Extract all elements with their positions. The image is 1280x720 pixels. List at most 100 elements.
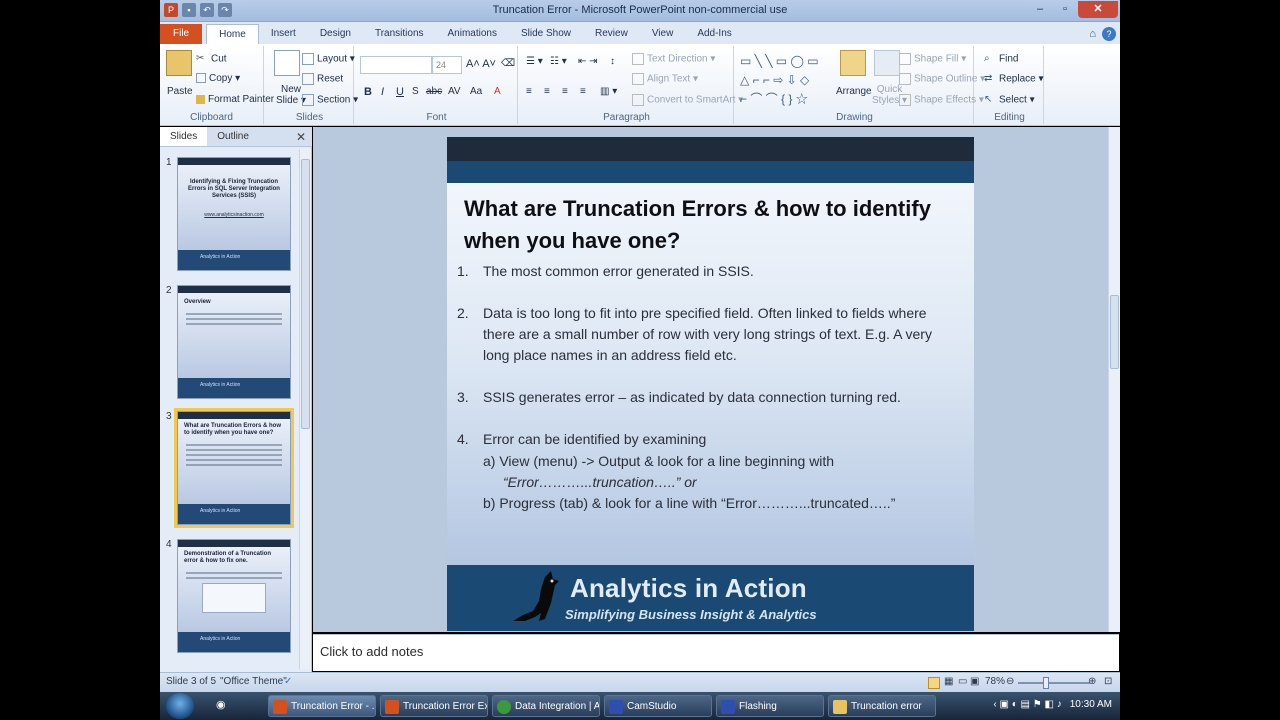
line-spacing-icon[interactable]: ↕: [610, 56, 615, 67]
tab-animations[interactable]: Animations: [436, 24, 509, 44]
font-size-field[interactable]: 24: [432, 56, 462, 74]
shape-effects-button[interactable]: Shape Effects ▾: [899, 94, 984, 106]
tab-transitions[interactable]: Transitions: [363, 24, 436, 44]
panel-close-icon[interactable]: ✕: [296, 127, 312, 146]
zoom-slider[interactable]: [1018, 682, 1090, 684]
panel-scroll-thumb[interactable]: [301, 159, 310, 429]
align-left-icon[interactable]: ≡: [526, 86, 532, 97]
replace-button[interactable]: ⇄ Replace ▾: [984, 73, 1044, 85]
shape-fill-button[interactable]: Shape Fill ▾: [899, 53, 966, 65]
align-text-button[interactable]: Align Text ▾: [632, 73, 698, 85]
brand-name: Analytics in Action: [570, 573, 807, 603]
close-button[interactable]: ✕: [1078, 1, 1118, 18]
ribbon-collapse-icon[interactable]: ⌂: [1089, 28, 1096, 40]
paste-icon[interactable]: [166, 50, 192, 76]
copy-button[interactable]: Copy ▾: [196, 73, 240, 84]
thumb-title: Demonstration of a Truncation error & ho…: [184, 551, 272, 564]
arrange-icon[interactable]: [840, 50, 866, 76]
tab-insert[interactable]: Insert: [259, 24, 308, 44]
cut-button[interactable]: ✂ Cut: [196, 53, 227, 65]
tab-home[interactable]: Home: [206, 24, 259, 44]
slide-sorter-icon[interactable]: ▦: [944, 676, 953, 687]
tray-icons[interactable]: ‹ ▣ ◐ ▤ ⚑ ◧ ♪: [993, 699, 1061, 710]
columns-icon[interactable]: ▥ ▾: [600, 86, 617, 97]
shadow-icon[interactable]: S: [412, 86, 419, 97]
change-case-icon[interactable]: Aa: [470, 86, 482, 97]
minimize-button[interactable]: –: [1028, 1, 1052, 18]
item-number: 1.: [457, 263, 469, 279]
normal-view-icon[interactable]: [928, 677, 940, 689]
taskbar-item-powerpoint[interactable]: Truncation Error - ...: [268, 695, 376, 717]
shapes-gallery[interactable]: ▭ ╲ ╲ ▭ ◯ ▭ △ ⌐ ⌐ ⇨ ⇩ ◇ ⌐ ⌒ ⌒ { } ☆: [740, 52, 819, 109]
clock[interactable]: 10:30 AM: [1070, 699, 1112, 710]
zoom-in-icon[interactable]: ⊕: [1088, 676, 1096, 687]
taskbar-item-camstudio[interactable]: CamStudio: [604, 695, 712, 717]
italic-icon[interactable]: I: [381, 86, 384, 98]
format-painter-button[interactable]: Format Painter: [196, 94, 274, 105]
bold-icon[interactable]: B: [364, 86, 372, 98]
align-center-icon[interactable]: ≡: [544, 86, 550, 97]
quick-styles-icon[interactable]: [874, 50, 900, 76]
tab-file[interactable]: File: [160, 24, 203, 44]
font-color-icon[interactable]: A: [494, 86, 501, 97]
slideshow-view-icon[interactable]: ▣: [970, 676, 979, 687]
panel-scrollbar[interactable]: [299, 149, 311, 669]
strikethrough-icon[interactable]: abc: [426, 86, 442, 97]
tab-review[interactable]: Review: [583, 24, 640, 44]
notes-pane[interactable]: Click to add notes: [313, 634, 1119, 671]
find-button[interactable]: ⌕ Find: [984, 53, 1018, 65]
tab-slides[interactable]: Slides: [160, 127, 208, 146]
thumb-frame: What are Truncation Errors & how to iden…: [174, 408, 294, 528]
grow-font-icon[interactable]: A˄ A˅: [466, 58, 496, 70]
zoom-out-icon[interactable]: ⊖: [1006, 676, 1014, 687]
zoom-slider-thumb[interactable]: [1043, 677, 1049, 689]
reading-view-icon[interactable]: ▭: [958, 676, 967, 687]
taskbar-item-folder[interactable]: Truncation error: [828, 695, 936, 717]
bullets-icon[interactable]: ☰ ▾: [526, 56, 543, 67]
slide-scroll-thumb[interactable]: [1110, 295, 1119, 369]
convert-smartart-button[interactable]: Convert to SmartArt ▾: [632, 94, 743, 106]
maximize-button[interactable]: ▫: [1053, 1, 1077, 18]
start-button[interactable]: [166, 693, 194, 719]
taskbar-item-flashing[interactable]: Flashing: [716, 695, 824, 717]
underline-icon[interactable]: U: [396, 86, 404, 98]
theme-name: "Office Theme": [220, 676, 287, 687]
editing-label: Editing: [994, 112, 1025, 123]
select-button[interactable]: ↖ Select ▾: [984, 94, 1035, 106]
quicklaunch-icon[interactable]: ◉: [216, 698, 226, 711]
fit-slide-icon[interactable]: ⊡: [1104, 676, 1112, 687]
zoom-level[interactable]: 78%: [985, 676, 1005, 687]
text-direction-button[interactable]: Text Direction ▾: [632, 53, 715, 65]
paste-button[interactable]: Paste: [167, 86, 193, 97]
new-slide-icon[interactable]: [274, 50, 300, 76]
char-spacing-icon[interactable]: AV: [448, 86, 461, 97]
shape-outline-button[interactable]: Shape Outline ▾: [899, 73, 985, 85]
paint-bucket-icon: [899, 53, 911, 65]
justify-icon[interactable]: ≡: [580, 86, 586, 97]
slide-scrollbar[interactable]: [1108, 127, 1120, 632]
tab-design[interactable]: Design: [308, 24, 363, 44]
numbering-icon[interactable]: ☷ ▾: [550, 56, 567, 67]
reset-button[interactable]: Reset: [302, 73, 343, 85]
tab-slide-show[interactable]: Slide Show: [509, 24, 583, 44]
spellcheck-icon[interactable]: ✓: [284, 676, 292, 687]
clear-format-icon[interactable]: ⌫: [501, 58, 515, 69]
tab-add-ins[interactable]: Add-Ins: [685, 24, 743, 44]
help-icon[interactable]: ?: [1102, 27, 1116, 41]
arrange-button[interactable]: Arrange: [836, 86, 872, 97]
scissors-icon: ✂: [196, 53, 205, 64]
section-button[interactable]: Section ▾: [302, 94, 358, 106]
thumb-frame: Demonstration of a Truncation error & ho…: [177, 539, 291, 653]
taskbar-item-label: Truncation Error - ...: [291, 701, 376, 712]
tab-outline[interactable]: Outline: [207, 127, 259, 146]
taskbar-item-doc[interactable]: Truncation Error Exa...: [380, 695, 488, 717]
indent-icon[interactable]: ⇤ ⇥: [578, 56, 598, 67]
layout-button[interactable]: Layout ▾: [302, 53, 355, 65]
taskbar-item-browser[interactable]: Data Integration | A...: [492, 695, 600, 717]
tab-view[interactable]: View: [640, 24, 686, 44]
align-right-icon[interactable]: ≡: [562, 86, 568, 97]
slide-title[interactable]: What are Truncation Errors & how to iden…: [464, 193, 964, 257]
slide-canvas[interactable]: What are Truncation Errors & how to iden…: [447, 137, 974, 631]
font-name-field[interactable]: [360, 56, 432, 74]
copy-label: Copy: [209, 73, 233, 84]
